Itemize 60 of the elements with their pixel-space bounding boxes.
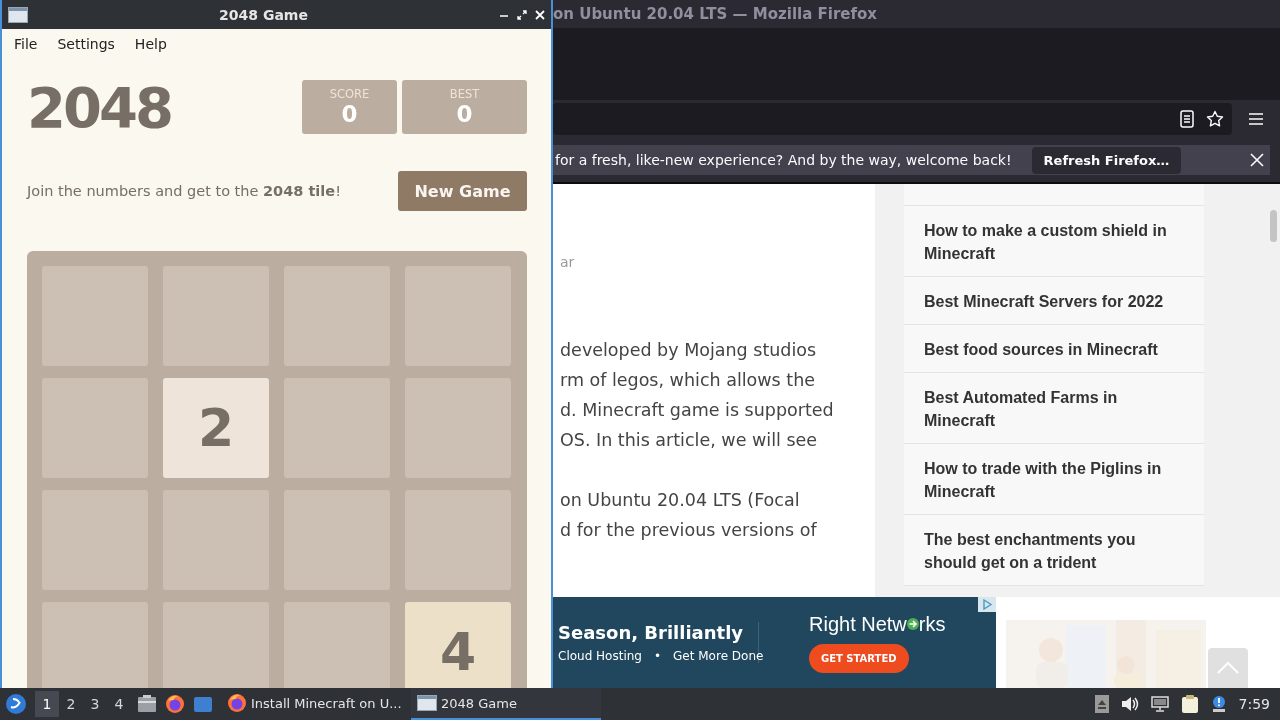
article-paragraph: on Ubuntu 20.04 LTS (Focal d for the previous versions of — [560, 489, 818, 542]
sidebar-link[interactable]: The best enchantments you should get on a trident — [904, 515, 1204, 586]
firefox-icon[interactable] — [227, 693, 247, 713]
byline-text: ar — [560, 253, 576, 271]
intro-text: Join the numbers and get to the 2048 tile! — [27, 183, 341, 199]
arrow-icon — [906, 618, 919, 630]
brand-name: Right Netw — [809, 612, 907, 636]
sidebar-link[interactable]: Best food sources in Minecraft — [904, 325, 1204, 373]
number-tile: 4 — [405, 602, 511, 688]
menu-item[interactable]: Settings — [49, 32, 123, 56]
score-label: BEST — [449, 87, 480, 101]
menu-item[interactable]: Help — [126, 32, 175, 56]
sidebar-link[interactable]: How to trade with the Piglins in Minecraft — [904, 444, 1204, 515]
file-manager-icon[interactable] — [137, 695, 157, 713]
taskbar-task[interactable]: Install Minecraft on U... — [221, 688, 411, 720]
ad-tagline: Cloud Hosting — [558, 649, 642, 663]
ad-tagline: Get More Done — [673, 649, 764, 663]
window-title: on Ubuntu 20.04 LTS — Mozilla Firefox — [553, 5, 877, 23]
ad-headline: Season, Brilliantly — [558, 622, 744, 643]
scrollbar-thumb[interactable] — [1270, 210, 1277, 242]
score-value: 0 — [456, 101, 473, 127]
window-icon — [417, 695, 437, 711]
close-icon[interactable] — [535, 9, 545, 20]
desktop-icon[interactable] — [193, 695, 213, 713]
workspace-button[interactable]: 4 — [107, 691, 131, 717]
get-started-button[interactable]: GET STARTED — [809, 643, 909, 673]
brand-name: rks — [918, 612, 946, 636]
network-icon[interactable] — [1150, 696, 1169, 712]
reader-view-icon[interactable] — [1180, 110, 1194, 128]
notification-icon[interactable] — [1210, 695, 1227, 713]
menu-item[interactable]: File — [6, 32, 46, 56]
eject-icon[interactable] — [1094, 695, 1109, 713]
close-icon[interactable] — [1250, 153, 1264, 167]
start-menu-icon[interactable] — [5, 693, 27, 715]
article-paragraph: developed by Mojang studios rm of legos, which allows the d. Minecraft game is supported OS. In this article, we will see — [560, 339, 835, 452]
sidebar-link[interactable]: Best Minecraft Servers for 2022 — [904, 277, 1204, 325]
score-value: 0 — [341, 101, 358, 127]
sidebar-link[interactable]: How to make a custom shield in Minecraft — [904, 206, 1204, 277]
clock-text: 7:59 — [1238, 696, 1270, 712]
workspace-button[interactable]: 2 — [59, 691, 83, 717]
new-game-button[interactable]: New Game — [398, 171, 527, 211]
refresh-button[interactable]: Refresh Firefox… — [1031, 146, 1182, 174]
volume-icon[interactable] — [1120, 696, 1139, 712]
ad-banner[interactable]: Season, Brilliantly Cloud Hosting • Get More Done Right Netw rks GET STARTED — [553, 597, 996, 688]
score-label: SCORE — [329, 87, 370, 101]
taskbar-task[interactable]: 2048 Game — [411, 688, 601, 720]
game-title: 2048 — [27, 74, 172, 140]
notification-message: for a fresh, like-new experience? And by the way, welcome back! — [555, 152, 1012, 168]
workspace-button[interactable]: 1 — [35, 691, 59, 717]
window-icon — [8, 6, 28, 23]
number-tile: 2 — [163, 378, 269, 478]
ad-separator: • — [654, 649, 662, 663]
clipboard-icon[interactable] — [1180, 694, 1199, 714]
menu-icon[interactable] — [1248, 112, 1264, 126]
window-title: 2048 Game — [218, 6, 309, 23]
workspace-button[interactable]: 3 — [83, 691, 107, 717]
sidebar-link[interactable]: Best Automated Farms in Minecraft — [904, 373, 1204, 444]
bookmark-star-icon[interactable] — [1206, 110, 1224, 128]
maximize-icon[interactable] — [517, 9, 527, 20]
firefox-icon[interactable] — [165, 694, 185, 714]
